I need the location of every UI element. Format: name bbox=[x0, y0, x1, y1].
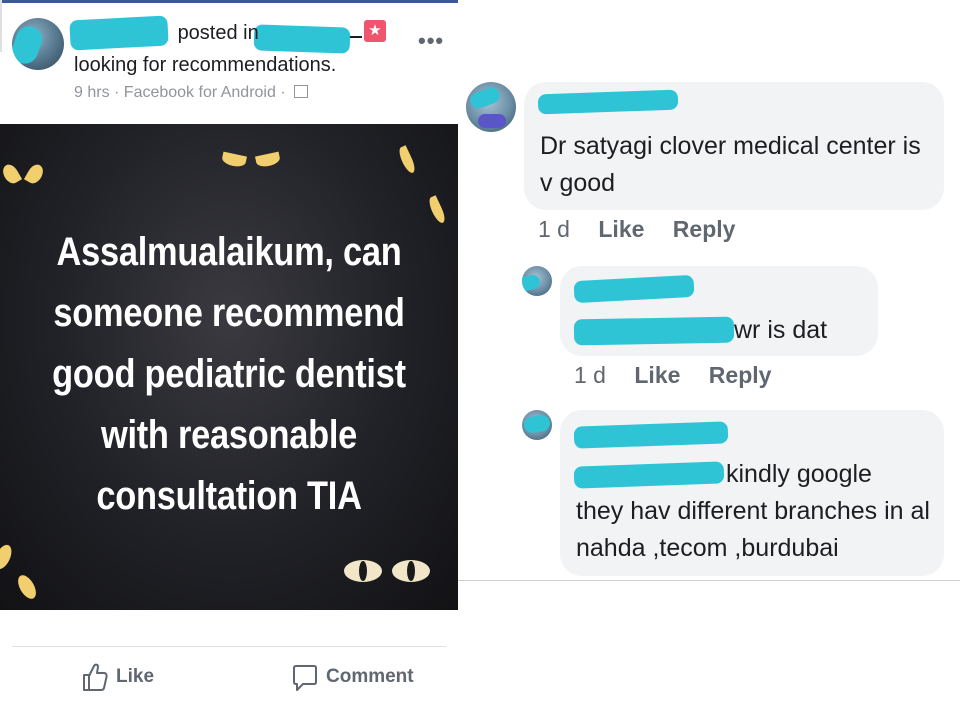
post-meta: 9 hrs · Facebook for Android · bbox=[74, 84, 309, 102]
comment-reply-button[interactable]: Reply bbox=[673, 216, 736, 242]
posted-in-label: posted in bbox=[177, 22, 259, 44]
reply-time[interactable]: 1 d bbox=[574, 362, 606, 388]
reply-like-button[interactable]: Like bbox=[634, 362, 680, 388]
like-button[interactable]: Like bbox=[82, 662, 154, 692]
comment-actions: 1 d Like Reply bbox=[538, 216, 757, 243]
comments-panel: Dr satyagi clover medical center is v go… bbox=[458, 0, 960, 720]
reply-actions: 1 d Like Reply bbox=[574, 362, 793, 389]
like-label: Like bbox=[116, 666, 155, 687]
pupil bbox=[359, 561, 367, 581]
post-card: posted in ★ ••• looking for recommendati… bbox=[0, 0, 458, 720]
comment-like-button[interactable]: Like bbox=[598, 216, 644, 242]
avatar-badge bbox=[478, 114, 506, 128]
post-text: looking for recommendations. bbox=[74, 54, 337, 76]
comment-text: Dr satyagi clover medical center is v go… bbox=[540, 132, 921, 197]
pupil bbox=[407, 561, 415, 581]
comment-button[interactable]: Comment bbox=[292, 662, 414, 692]
eye-decoration-icon bbox=[23, 161, 47, 187]
eye-decoration-icon bbox=[0, 542, 15, 572]
comment-label: Comment bbox=[326, 666, 414, 687]
eye-decoration-icon bbox=[14, 572, 40, 602]
post-meta-text: 9 hrs · Facebook for Android · bbox=[74, 84, 286, 101]
post-header: posted in bbox=[74, 22, 360, 45]
comment-time[interactable]: 1 d bbox=[538, 216, 570, 242]
eye-decoration-icon bbox=[426, 195, 448, 225]
comment-bubble: Dr satyagi clover medical center is v go… bbox=[524, 82, 944, 210]
star-badge-icon[interactable]: ★ bbox=[364, 20, 386, 42]
reply-bubble: kindly google they hav different branche… bbox=[560, 410, 944, 576]
comments-bottom-divider bbox=[458, 580, 960, 581]
group-icon bbox=[294, 85, 309, 98]
eye-decoration-icon bbox=[396, 145, 418, 175]
comment-bubble-icon bbox=[293, 665, 317, 691]
eye-decoration-icon bbox=[255, 151, 281, 169]
reply-text: wr is dat bbox=[734, 316, 828, 344]
image-quote-text: Assalmualaikum, can someone recommend go… bbox=[52, 230, 406, 518]
left-border bbox=[0, 0, 2, 52]
top-border bbox=[0, 0, 458, 3]
reply-avatar[interactable] bbox=[522, 410, 552, 440]
reply-text-first-line: kindly google bbox=[726, 460, 872, 488]
reply-avatar[interactable] bbox=[522, 266, 552, 296]
more-dots-icon[interactable]: ••• bbox=[418, 28, 444, 54]
reply-bubble: wr is dat bbox=[560, 266, 878, 356]
reply-reply-button[interactable]: Reply bbox=[709, 362, 772, 388]
author-avatar[interactable] bbox=[12, 18, 64, 70]
action-divider bbox=[12, 646, 446, 647]
thumbs-up-icon bbox=[83, 663, 108, 691]
arrow-dash bbox=[350, 36, 362, 38]
reply-text-rest: they hav different branches in al nahda … bbox=[576, 497, 930, 562]
commenter-avatar[interactable] bbox=[466, 82, 516, 132]
eye-decoration-icon bbox=[221, 151, 247, 169]
mention-redaction bbox=[573, 316, 735, 346]
post-image[interactable]: Assalmualaikum, can someone recommend go… bbox=[0, 124, 458, 610]
eye-decoration-icon bbox=[0, 161, 23, 187]
